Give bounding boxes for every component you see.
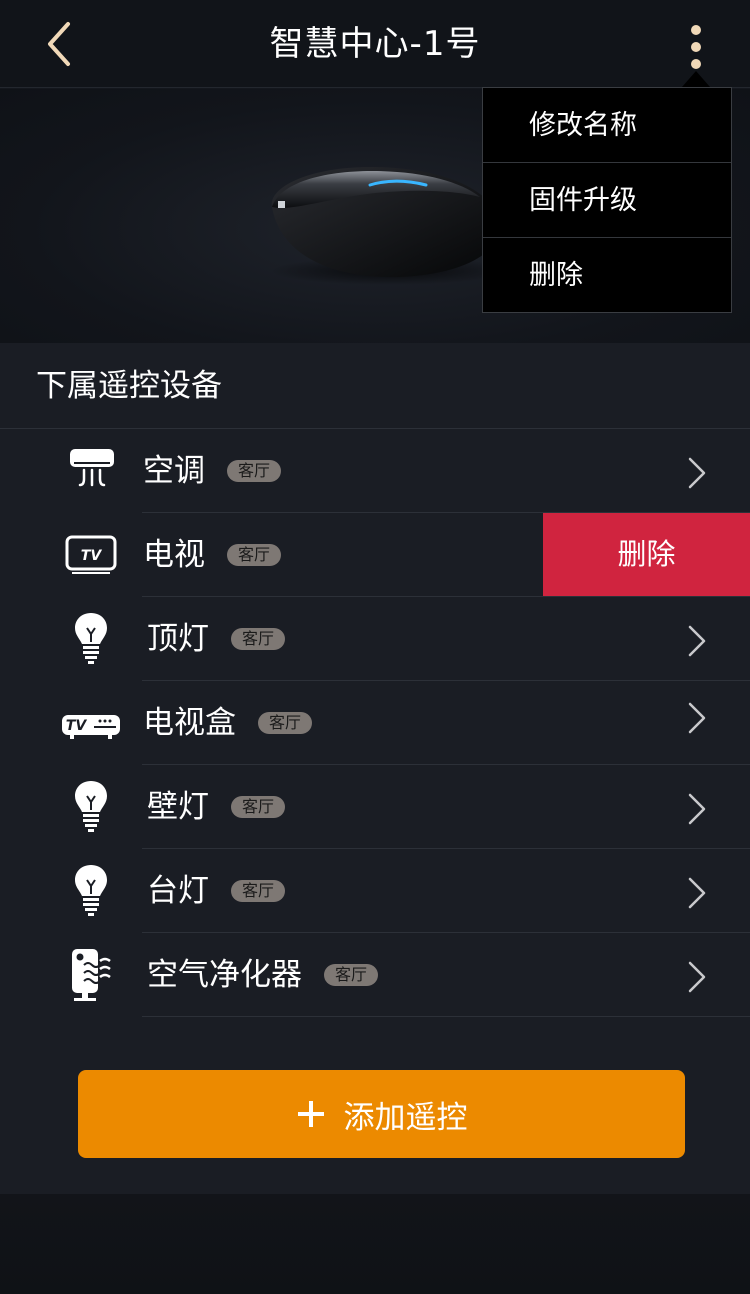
device-name: 台灯 [147,873,209,909]
svg-text:TV: TV [81,548,103,564]
device-name: 电视 [143,537,205,573]
device-row-air-purifier[interactable]: 空气净化器 客厅 [0,933,750,1017]
device-label: 空气净化器 客厅 [147,955,379,995]
room-badge: 客厅 [324,964,379,986]
tv-box-icon: TV [62,715,120,739]
chevron-right-icon [688,625,706,657]
room-badge: 客厅 [231,796,286,818]
device-label: 台灯 客厅 [147,871,286,911]
menu-item-firmware-upgrade[interactable]: 固件升级 [483,163,731,238]
room-badge: 客厅 [231,880,286,902]
device-row-tv-box[interactable]: TV 电视盒 客厅 [0,681,750,765]
page-title: 智慧中心-1号 [269,24,481,64]
section-title: 下属遥控设备 [36,368,222,404]
chevron-right-icon [688,702,706,734]
device-name: 顶灯 [147,621,209,657]
options-menu: 修改名称 固件升级 删除 [482,87,732,313]
device-row-desk-lamp[interactable]: 台灯 客厅 [0,849,750,933]
add-remote-label: 添加遥控 [343,1099,468,1136]
room-badge: 客厅 [231,628,286,650]
menu-item-rename[interactable]: 修改名称 [483,88,731,163]
room-badge: 客厅 [227,460,282,482]
device-label: 电视盒 客厅 [143,703,313,743]
air-conditioner-icon [70,449,114,487]
device-row-ceiling-light[interactable]: 顶灯 客厅 [0,597,750,681]
more-options-button[interactable] [676,20,716,76]
bulb-icon [75,613,107,664]
svg-text:TV: TV [66,718,88,734]
device-row-air-conditioner[interactable]: 空调 客厅 [0,429,750,513]
app-header: 智慧中心-1号 [0,0,750,88]
remote-device-section: 下属遥控设备 空调 客厅 TV 电视 客厅 删除 顶灯 客厅 TV 电视盒 客厅… [0,343,750,1194]
device-name: 空调 [143,453,205,489]
device-row-wall-light[interactable]: 壁灯 客厅 [0,765,750,849]
chevron-right-icon [688,961,706,993]
room-badge: 客厅 [227,544,282,566]
chevron-right-icon [688,877,706,909]
air-purifier-icon [72,949,111,1001]
menu-caret [682,71,710,87]
device-name: 壁灯 [147,789,209,825]
swipe-delete-button[interactable]: 删除 [543,513,750,596]
bottom-area [0,1194,750,1294]
bulb-icon [75,781,107,832]
room-badge: 客厅 [258,712,313,734]
bulb-icon [75,865,107,916]
add-remote-button[interactable]: 添加遥控 [78,1070,685,1158]
device-label: 壁灯 客厅 [147,787,286,827]
row-divider [142,1016,750,1017]
smart-hub-device [270,167,510,285]
device-label: 空调 客厅 [143,451,282,491]
device-name: 电视盒 [143,705,236,741]
device-label: 电视 客厅 [143,535,282,575]
plus-icon [297,1101,324,1127]
device-row-tv[interactable]: TV 电视 客厅 删除 [0,513,750,597]
device-label: 顶灯 客厅 [147,619,286,659]
chevron-right-icon [688,457,706,489]
menu-item-delete[interactable]: 删除 [483,238,731,313]
chevron-right-icon [688,793,706,825]
device-name: 空气净化器 [147,957,302,993]
tv-icon: TV [65,535,117,574]
